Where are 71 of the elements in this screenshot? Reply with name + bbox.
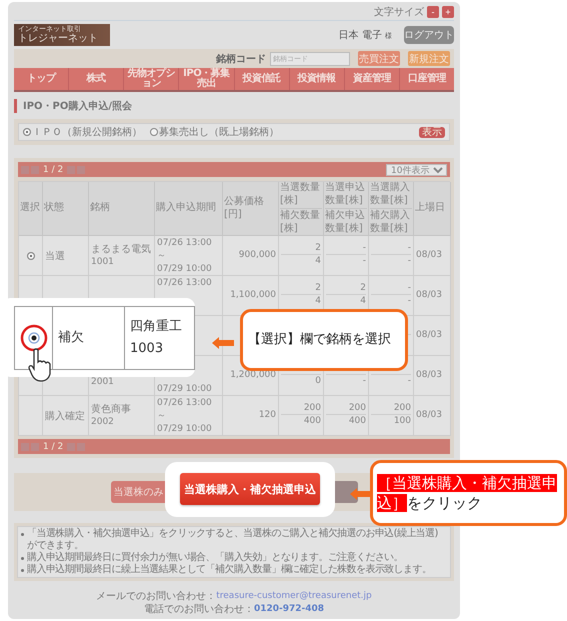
callout-text: 【選択】欄で銘柄を選択 bbox=[248, 331, 391, 349]
stock-code: 2001 bbox=[91, 376, 115, 389]
quantity-value: 2 bbox=[315, 283, 321, 293]
note-text: 購入申込期間最終日に繰上当選結果として「補欠購入数量」欄に確定した株数を表示致します。 bbox=[27, 564, 432, 576]
header-text: 購入申込期間 bbox=[156, 202, 217, 215]
price-value: 120 bbox=[258, 409, 276, 422]
quantity-value: 4 bbox=[315, 296, 321, 306]
listing-date: 08/03 bbox=[416, 409, 442, 422]
stock-code: 1001 bbox=[91, 256, 115, 269]
quantity-value: - bbox=[408, 256, 411, 266]
quantity-value: - bbox=[408, 243, 411, 253]
status-text: 購入確定 bbox=[45, 410, 85, 422]
header-text: 補欠数量[株] bbox=[280, 209, 321, 236]
stock-name: まるまる電気 bbox=[91, 243, 152, 256]
period-separator: ～ bbox=[157, 410, 167, 423]
font-size-label: 文字サイズ bbox=[374, 6, 424, 19]
header-text: 当選数量[株] bbox=[280, 181, 322, 209]
quantity-value: - bbox=[362, 256, 366, 266]
quantity-value: 2 bbox=[315, 243, 321, 253]
period-start: 07/26 13:00 bbox=[157, 397, 213, 410]
listing-date: 08/03 bbox=[416, 369, 442, 382]
header-text: 当選申込数量[株] bbox=[325, 181, 367, 209]
stock-name: 四角重工 bbox=[130, 318, 183, 336]
header-text: 上場日 bbox=[415, 202, 446, 215]
note-text: 購入申込期間最終日に買付余力が無い場合、「購入失効」となります。ご注意ください。 bbox=[27, 552, 404, 564]
quantity-value: 100 bbox=[394, 416, 411, 426]
header-text: 当選購入数量[株] bbox=[370, 181, 412, 209]
page-indicator: 1 / 2 bbox=[43, 442, 64, 452]
phone-label: 電話でのお問い合わせ： bbox=[144, 603, 254, 616]
stock-code: 1003 bbox=[130, 340, 164, 358]
quantity-value: 2 bbox=[360, 283, 366, 293]
quantity-value: 400 bbox=[304, 416, 321, 426]
quantity-value: 0 bbox=[315, 376, 321, 386]
page-title: IPO・PO購入申込/照会 bbox=[14, 99, 454, 113]
listing-date: 08/03 bbox=[416, 329, 442, 342]
code-label: 銘柄コード bbox=[216, 52, 266, 66]
quantity-value: 200 bbox=[348, 403, 366, 413]
mail-label: メールでのお問い合わせ： bbox=[96, 590, 216, 603]
quantity-value: - bbox=[362, 376, 366, 386]
quantity-value: 200 bbox=[394, 403, 411, 413]
header-text: 選択 bbox=[20, 202, 41, 215]
period-separator: ～ bbox=[157, 250, 167, 263]
stock-name: 黄色商事 bbox=[91, 403, 132, 416]
status-text: 当選 bbox=[45, 250, 65, 262]
quantity-value: - bbox=[408, 296, 411, 306]
period-end: 07/29 10:00 bbox=[157, 423, 213, 436]
period-start: 07/26 13:00 bbox=[157, 237, 213, 250]
listing-date: 08/03 bbox=[416, 249, 442, 262]
note-text: 「当選株購入・補欠抽選申込」をクリックすると、当選株のご購入と補欠抽選のお申込(繰上当選)ができます。 bbox=[27, 528, 439, 552]
quantity-value: 4 bbox=[315, 256, 321, 266]
header-text: 補欠購入数量[株] bbox=[370, 209, 411, 236]
period-end: 07/29 10:00 bbox=[157, 263, 213, 276]
listing-date: 08/03 bbox=[416, 289, 442, 302]
price-value: 1,100,000 bbox=[230, 289, 276, 302]
page-indicator: 1 / 2 bbox=[43, 164, 64, 174]
header-text: 状態 bbox=[44, 202, 65, 215]
quantity-value: 200 bbox=[304, 403, 321, 413]
quantity-value: 400 bbox=[348, 416, 366, 426]
header-text: 補欠申込数量[株] bbox=[325, 209, 366, 236]
price-value: 900,000 bbox=[238, 249, 276, 262]
period-start: 07/26 13:00 bbox=[157, 277, 213, 290]
header-text: 公募価格[円] bbox=[224, 196, 265, 221]
status-text: 補欠 bbox=[58, 329, 85, 347]
quantity-value: - bbox=[408, 283, 411, 293]
header-text: 銘柄 bbox=[90, 202, 111, 215]
stock-code: 2002 bbox=[91, 416, 115, 429]
quantity-value: - bbox=[408, 376, 411, 386]
callout-text: ［当選株購入・補欠抽選申込］をクリック bbox=[377, 472, 558, 514]
quantity-value: - bbox=[362, 243, 366, 253]
period-end: 07/29 10:00 bbox=[157, 383, 213, 396]
quantity-value: 4 bbox=[360, 296, 366, 306]
